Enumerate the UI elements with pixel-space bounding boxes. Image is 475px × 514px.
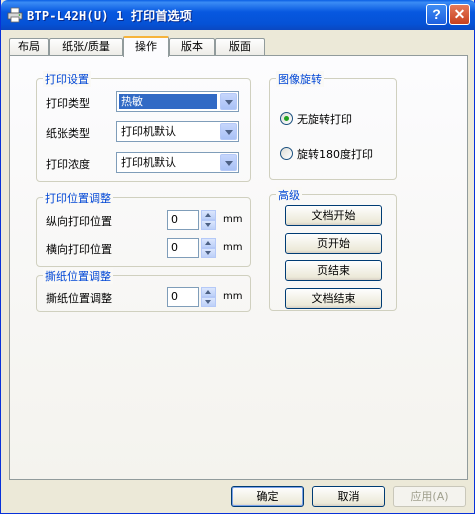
apply-button[interactable]: 应用(A): [393, 486, 466, 507]
spin-up-icon[interactable]: [201, 287, 216, 297]
tear-position-group: 撕纸位置调整 撕纸位置调整 0 mm: [36, 268, 251, 312]
print-settings-group: 打印设置 打印类型 热敏 纸张类型 打印机默认 打印浓度 打印机默认: [36, 71, 251, 182]
spin-up-icon[interactable]: [201, 238, 216, 248]
rotate-180-label[interactable]: 旋转180度打印: [297, 146, 373, 162]
print-position-title: 打印位置调整: [43, 190, 113, 206]
close-icon: ✕: [453, 6, 466, 22]
vertical-position-stepper[interactable]: [201, 210, 216, 230]
tab-layout[interactable]: 布局: [9, 38, 49, 56]
close-button[interactable]: ✕: [449, 4, 470, 25]
window-title: BTP-L42H(U) 1 打印首选项: [27, 9, 192, 23]
vertical-position-label: 纵向打印位置: [46, 215, 112, 228]
advanced-group: 高级 文档开始 页开始 页结束 文档结束: [269, 187, 397, 311]
tear-position-input[interactable]: 0: [167, 287, 199, 307]
paper-type-select[interactable]: 打印机默认: [116, 121, 239, 142]
page-start-button[interactable]: 页开始: [285, 233, 382, 254]
density-select[interactable]: 打印机默认: [116, 152, 239, 173]
density-value: 打印机默认: [121, 156, 176, 169]
print-position-group: 打印位置调整 纵向打印位置 0 mm 横向打印位置 0 mm: [36, 190, 251, 267]
ok-button[interactable]: 确定: [231, 486, 304, 507]
horizontal-position-input[interactable]: 0: [167, 238, 199, 258]
tab-page-layout[interactable]: 版面: [215, 38, 265, 56]
print-type-value: 热敏: [119, 94, 217, 109]
spin-down-icon[interactable]: [201, 220, 216, 230]
print-settings-title: 打印设置: [43, 71, 91, 87]
no-rotation-label[interactable]: 无旋转打印: [297, 111, 352, 127]
vertical-unit: mm: [223, 214, 243, 225]
printer-icon: [7, 7, 23, 23]
chevron-down-icon[interactable]: [220, 123, 237, 140]
spin-down-icon[interactable]: [201, 297, 216, 307]
cancel-button[interactable]: 取消: [312, 486, 385, 507]
advanced-title: 高级: [276, 187, 302, 203]
tear-position-title: 撕纸位置调整: [43, 268, 113, 284]
doc-start-button[interactable]: 文档开始: [285, 205, 382, 226]
page-end-button[interactable]: 页结束: [285, 260, 382, 281]
doc-end-button[interactable]: 文档结束: [285, 288, 382, 309]
horizontal-unit: mm: [223, 242, 243, 253]
chevron-down-icon[interactable]: [220, 93, 237, 110]
tear-position-label: 撕纸位置调整: [46, 292, 112, 305]
tab-version[interactable]: 版本: [169, 38, 215, 56]
print-type-select[interactable]: 热敏: [116, 91, 239, 112]
image-rotation-group: 图像旋转 无旋转打印 旋转180度打印: [269, 71, 397, 180]
preferences-dialog: BTP-L42H(U) 1 打印首选项 ? ✕ 布局 纸张/质量 操作 版本 版…: [0, 0, 475, 514]
tab-panel: 打印设置 打印类型 热敏 纸张类型 打印机默认 打印浓度 打印机默认 打印位置调…: [9, 55, 468, 480]
paper-type-label: 纸张类型: [46, 127, 90, 140]
paper-type-value: 打印机默认: [121, 125, 176, 138]
print-type-label: 打印类型: [46, 97, 90, 110]
tear-position-stepper[interactable]: [201, 287, 216, 307]
rotate-180-radio[interactable]: [280, 147, 293, 160]
tab-operation[interactable]: 操作: [123, 36, 169, 57]
vertical-position-input[interactable]: 0: [167, 210, 199, 230]
spin-down-icon[interactable]: [201, 248, 216, 258]
horizontal-position-label: 横向打印位置: [46, 243, 112, 256]
tear-unit: mm: [223, 291, 243, 302]
spin-up-icon[interactable]: [201, 210, 216, 220]
image-rotation-title: 图像旋转: [276, 71, 324, 87]
chevron-down-icon[interactable]: [220, 154, 237, 171]
title-bar[interactable]: BTP-L42H(U) 1 打印首选项 ? ✕: [1, 0, 475, 30]
tab-paper-quality[interactable]: 纸张/质量: [49, 38, 123, 56]
density-label: 打印浓度: [46, 158, 90, 171]
no-rotation-radio[interactable]: [280, 112, 293, 125]
horizontal-position-stepper[interactable]: [201, 238, 216, 258]
question-icon: ?: [432, 6, 441, 22]
help-button[interactable]: ?: [426, 4, 447, 25]
